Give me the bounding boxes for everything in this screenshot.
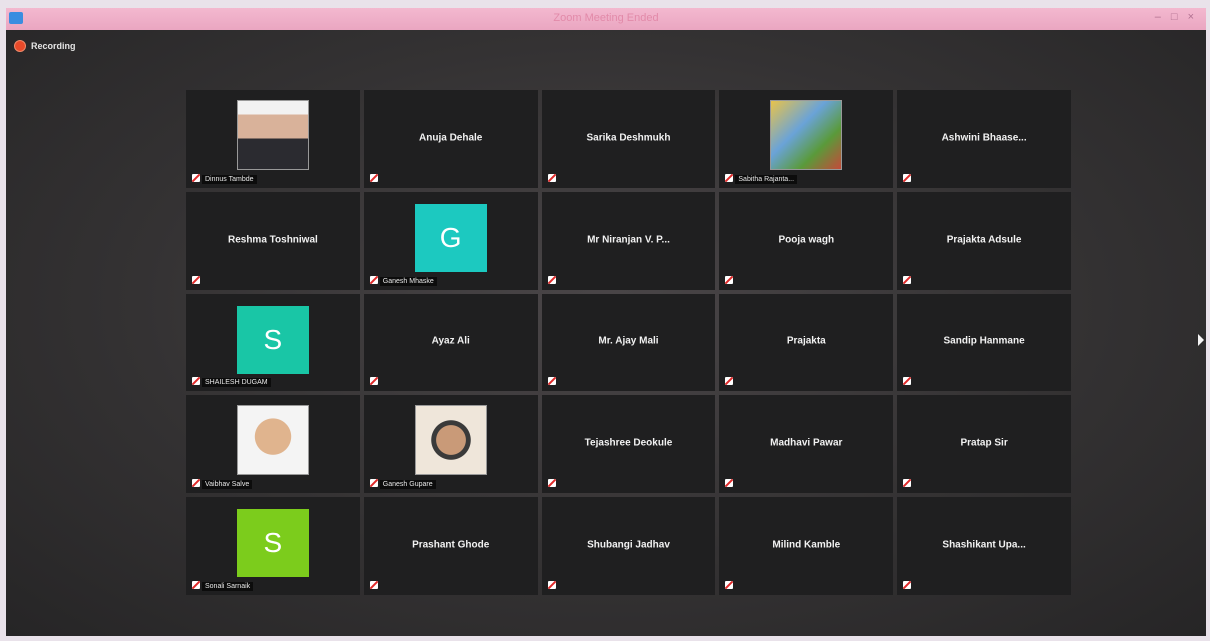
maximize-button[interactable]: □: [1171, 11, 1178, 23]
participant-tile[interactable]: G Ganesh Mhaske: [363, 191, 538, 290]
participant-tile[interactable]: Prajakta: [719, 293, 894, 392]
muted-microphone-icon: [369, 377, 378, 386]
participant-avatar: S: [236, 509, 309, 578]
participant-tile[interactable]: Ayaz Ali: [363, 293, 538, 392]
participant-photo: [414, 405, 487, 476]
participant-tile[interactable]: Sarika Deshmukh: [541, 90, 716, 188]
muted-microphone-icon: [547, 173, 556, 182]
participant-name-label: Ganesh Mhaske: [379, 276, 437, 286]
meeting-view: Recording Dinnus Tambde Anuja Dehale Sarik…: [6, 30, 1206, 636]
participant-photo: [770, 100, 843, 170]
participant-photo: [236, 405, 309, 476]
muted-microphone-icon: [725, 173, 734, 182]
participant-tile[interactable]: Prajakta Adsule: [897, 191, 1071, 290]
participant-tile[interactable]: Sabitha Rajanta...: [719, 90, 894, 188]
muted-microphone-icon: [369, 275, 378, 284]
participant-tile[interactable]: S SHAILESH DUGAM: [186, 293, 360, 392]
participant-tile[interactable]: Mr. Ajay Mali: [541, 293, 716, 392]
participant-name: Reshma Toshniwal: [227, 234, 318, 246]
participant-tile[interactable]: Shubangi Jadhav: [541, 497, 716, 595]
participant-tile[interactable]: S Sonali Sarnaik: [186, 497, 360, 595]
muted-microphone-icon: [547, 377, 556, 386]
participant-name: Mr Niranjan V. P...: [587, 234, 670, 246]
participant-avatar: S: [236, 305, 309, 374]
participant-name: Anuja Dehale: [419, 132, 483, 144]
participant-tile[interactable]: Sandip Hanmane: [897, 293, 1071, 392]
participant-name: Ashwini Bhaase...: [941, 132, 1027, 144]
window-titlebar: Zoom Meeting Ended – □ ×: [6, 8, 1206, 30]
participant-name: Pratap Sir: [960, 437, 1008, 449]
participant-tile[interactable]: Reshma Toshniwal: [186, 191, 360, 290]
recording-label: Recording: [31, 41, 76, 51]
participant-name: Mr. Ajay Mali: [598, 335, 659, 347]
muted-microphone-icon: [725, 377, 734, 386]
close-button[interactable]: ×: [1188, 11, 1194, 23]
muted-microphone-icon: [369, 581, 378, 589]
gallery-grid: Dinnus Tambde Anuja Dehale Sarika Deshmukh…: [186, 90, 1071, 595]
participant-tile[interactable]: Mr Niranjan V. P...: [541, 191, 716, 290]
participant-tile[interactable]: Shashikant Upa...: [897, 497, 1071, 595]
participant-name-label: Sonali Sarnaik: [202, 582, 254, 591]
muted-microphone-icon: [903, 581, 912, 589]
window-controls: – □ ×: [1155, 11, 1194, 23]
participant-name: Sandip Hanmane: [943, 335, 1025, 347]
window-title: Zoom Meeting Ended: [553, 12, 659, 24]
participant-name: Prajakta Adsule: [946, 234, 1022, 246]
record-icon: [14, 40, 26, 52]
participant-tile[interactable]: Tejashree Deokule: [541, 395, 716, 494]
muted-microphone-icon: [903, 173, 912, 182]
participant-name-label: SHAILESH DUGAM: [202, 378, 271, 388]
participant-name: Madhavi Pawar: [770, 437, 843, 449]
muted-microphone-icon: [192, 275, 200, 284]
participant-name: Sarika Deshmukh: [586, 132, 671, 144]
participant-tile[interactable]: Dinnus Tambde: [186, 90, 360, 188]
participant-tile[interactable]: Prashant Ghode: [363, 497, 538, 595]
participant-tile[interactable]: Ganesh Gupare: [363, 395, 538, 494]
participant-photo: [236, 100, 309, 170]
participant-name-label: Dinnus Tambde: [202, 174, 257, 184]
muted-microphone-icon: [725, 275, 734, 284]
muted-microphone-icon: [725, 479, 734, 488]
muted-microphone-icon: [903, 479, 912, 488]
participant-name: Tejashree Deokule: [584, 437, 673, 449]
participant-tile[interactable]: Madhavi Pawar: [719, 395, 894, 494]
participant-name: Prajakta: [786, 335, 826, 347]
participant-name: Shubangi Jadhav: [587, 539, 670, 551]
participant-tile[interactable]: Pratap Sir: [897, 395, 1071, 494]
participant-tile[interactable]: Pooja wagh: [719, 191, 894, 290]
participant-name: Ayaz Ali: [431, 335, 470, 347]
muted-microphone-icon: [369, 173, 378, 182]
participant-tile[interactable]: Milind Kamble: [719, 497, 894, 595]
muted-microphone-icon: [547, 581, 556, 589]
muted-microphone-icon: [192, 173, 200, 182]
participant-name-label: Ganesh Gupare: [379, 480, 436, 490]
muted-microphone-icon: [192, 479, 200, 488]
muted-microphone-icon: [547, 479, 556, 488]
muted-microphone-icon: [903, 275, 912, 284]
participant-name: Pooja wagh: [778, 234, 835, 246]
participant-tile[interactable]: Anuja Dehale: [363, 90, 538, 188]
muted-microphone-icon: [725, 581, 734, 589]
participant-name: Milind Kamble: [772, 539, 841, 551]
muted-microphone-icon: [369, 479, 378, 488]
participant-tile[interactable]: Vaibhav Salve: [186, 395, 360, 494]
participant-name: Shashikant Upa...: [942, 539, 1026, 551]
participant-avatar: G: [414, 203, 487, 272]
participant-name: Prashant Ghode: [412, 539, 490, 551]
recording-indicator[interactable]: Recording: [14, 40, 76, 52]
participant-name-label: Sabitha Rajanta...: [735, 174, 798, 184]
muted-microphone-icon: [192, 377, 200, 386]
muted-microphone-icon: [903, 377, 912, 386]
muted-microphone-icon: [547, 275, 556, 284]
minimize-button[interactable]: –: [1155, 11, 1161, 23]
muted-microphone-icon: [192, 581, 200, 589]
participant-name-label: Vaibhav Salve: [202, 480, 253, 490]
mouse-cursor-icon: [1198, 334, 1204, 346]
participant-tile[interactable]: Ashwini Bhaase...: [897, 90, 1071, 188]
